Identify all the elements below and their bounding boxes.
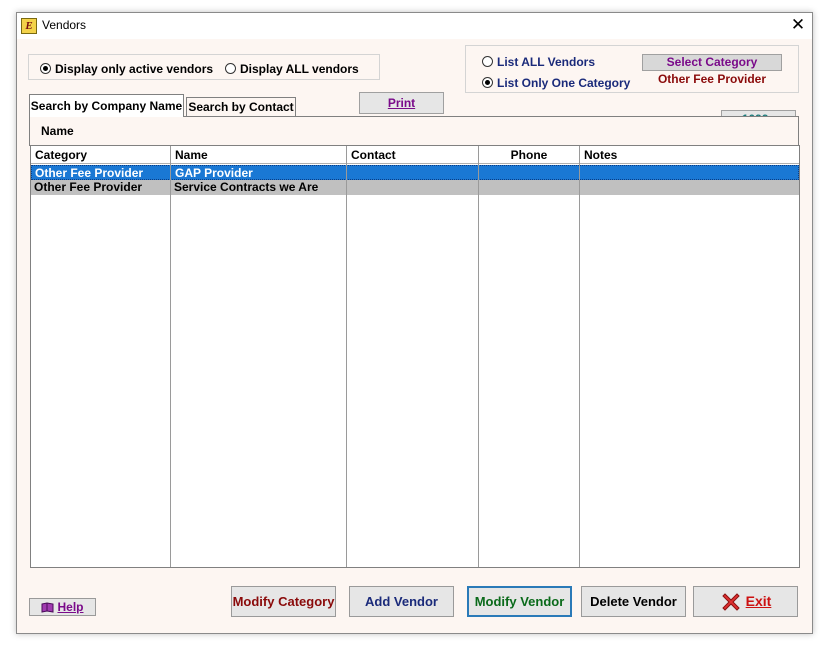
search-panel: Name <box>29 116 799 146</box>
help-button[interactable]: Help <box>29 598 96 616</box>
red-x-icon <box>721 593 740 612</box>
radio-list-all-vendors-label: List ALL Vendors <box>497 54 596 69</box>
select-category-button[interactable]: Select Category <box>642 54 782 71</box>
table-row[interactable]: Other Fee Provider Service Contracts we … <box>31 180 799 195</box>
cell-contact <box>347 180 478 195</box>
modify-category-button[interactable]: Modify Category <box>231 586 336 617</box>
tab-search-by-company[interactable]: Search by Company Name <box>29 94 184 117</box>
cell-phone <box>480 166 580 181</box>
print-button[interactable]: Print <box>359 92 444 114</box>
cell-phone <box>479 180 579 195</box>
title-bar: E Vendors ✕ <box>17 13 812 39</box>
app-logo-icon: E <box>21 18 37 34</box>
modify-vendor-button[interactable]: Modify Vendor <box>467 586 572 617</box>
radio-list-one-category-label: List Only One Category <box>497 75 631 90</box>
cell-category: Other Fee Provider <box>34 180 143 194</box>
column-header-category[interactable]: Category <box>31 146 170 164</box>
column-header-notes[interactable]: Notes <box>580 146 799 164</box>
category-filter-group: List ALL Vendors List Only One Category … <box>465 45 799 93</box>
grid-header: Category Name Contact Phone Notes <box>31 146 799 164</box>
radio-all-vendors[interactable]: Display ALL vendors <box>225 61 359 76</box>
column-divider <box>170 146 171 567</box>
cell-notes <box>581 166 800 181</box>
tab-search-by-contact[interactable]: Search by Contact <box>186 97 296 117</box>
exit-button-label: Exit <box>745 593 772 609</box>
search-field-label: Name <box>41 124 74 138</box>
column-divider <box>579 146 580 567</box>
radio-list-one-category[interactable]: List Only One Category <box>482 75 630 90</box>
delete-vendor-button[interactable]: Delete Vendor <box>581 586 686 617</box>
add-vendor-button[interactable]: Add Vendor <box>349 586 454 617</box>
radio-list-all-vendors[interactable]: List ALL Vendors <box>482 54 595 69</box>
radio-active-vendors-label: Display only active vendors <box>55 61 214 76</box>
radio-all-vendors-label: Display ALL vendors <box>240 61 359 76</box>
radio-selected-icon[interactable] <box>482 77 493 89</box>
display-filter-group: Display only active vendors Display ALL … <box>28 54 380 80</box>
print-button-label: Print <box>387 96 416 110</box>
book-icon <box>41 602 54 613</box>
cell-contact <box>348 166 479 181</box>
radio-unselected-icon[interactable] <box>225 63 236 75</box>
client-area: Display only active vendors Display ALL … <box>17 39 812 633</box>
column-header-phone[interactable]: Phone <box>479 146 579 164</box>
window-title: Vendors <box>42 18 87 32</box>
cell-category: Other Fee Provider <box>35 166 144 180</box>
vendors-window: E Vendors ✕ Display only active vendors … <box>16 12 813 634</box>
selected-category-value: Other Fee Provider <box>657 72 767 86</box>
cell-notes <box>580 180 799 195</box>
vendor-grid[interactable]: Category Name Contact Phone Notes Other … <box>30 145 800 568</box>
cell-name: Service Contracts we Are <box>174 180 319 194</box>
help-button-label: Help <box>57 600 84 614</box>
exit-button[interactable]: Exit <box>693 586 798 617</box>
radio-selected-icon[interactable] <box>40 63 51 75</box>
column-header-name[interactable]: Name <box>171 146 346 164</box>
radio-unselected-icon[interactable] <box>482 56 493 68</box>
radio-active-vendors[interactable]: Display only active vendors <box>40 61 213 76</box>
cell-name: GAP Provider <box>175 166 253 180</box>
column-header-contact[interactable]: Contact <box>347 146 478 164</box>
column-divider <box>478 146 479 567</box>
table-row[interactable]: Other Fee Provider GAP Provider <box>31 165 799 180</box>
column-divider <box>346 146 347 567</box>
close-icon[interactable]: ✕ <box>787 15 809 37</box>
